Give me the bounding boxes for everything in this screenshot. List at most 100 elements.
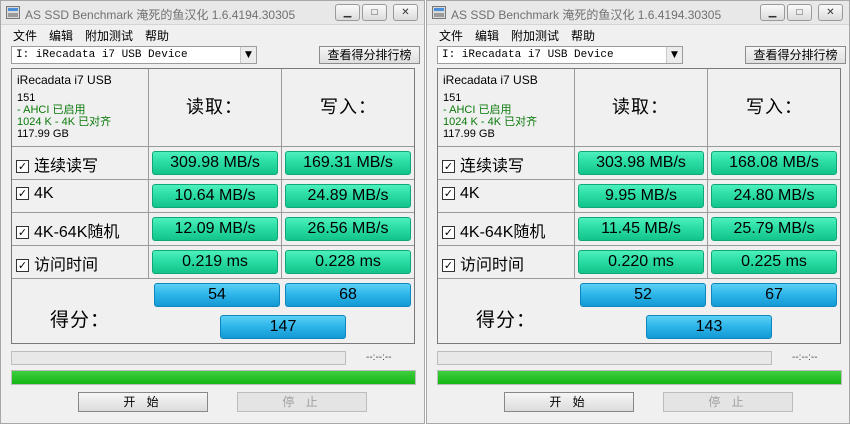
checkbox-checked-icon[interactable]: ✓ bbox=[442, 160, 455, 173]
title-bar[interactable]: AS SSD Benchmark 淹死的鱼汉化 1.6.4194.30305 ▁… bbox=[427, 1, 849, 25]
score-label: 得分： bbox=[476, 310, 537, 331]
drive-select-value: I: iRecadata i7 USB Device bbox=[16, 49, 188, 61]
progress-fill bbox=[438, 371, 841, 384]
write-score: 68 bbox=[285, 283, 411, 307]
menu-item-file[interactable]: 文件 bbox=[439, 27, 463, 44]
menu-item-help[interactable]: 帮助 bbox=[145, 27, 169, 44]
close-icon: ✕ bbox=[401, 7, 410, 18]
drive-capacity: 117.99 GB bbox=[443, 128, 495, 140]
progress-fill bbox=[12, 371, 415, 384]
minimize-button[interactable]: ▁ bbox=[760, 4, 785, 21]
4k-read-value: 9.95 MB/s bbox=[578, 184, 704, 208]
row-label-access-time[interactable]: ✓ 访问时间 bbox=[442, 251, 524, 275]
results-panel: iRecadata i7 USB 151 - AHCI 已启用 1024 K -… bbox=[11, 68, 415, 344]
total-score: 143 bbox=[646, 315, 772, 339]
row-label-4k-64thrd[interactable]: ✓ 4K-64K随机 bbox=[16, 218, 119, 242]
checkbox-checked-icon[interactable]: ✓ bbox=[442, 226, 455, 239]
row-label-text: 4K-64K随机 bbox=[34, 224, 120, 241]
results-panel: iRecadata i7 USB 151 - AHCI 已启用 1024 K -… bbox=[437, 68, 841, 344]
score-ranking-button[interactable]: 查看得分排行榜 bbox=[745, 46, 846, 64]
stop-button[interactable]: 停 止 bbox=[237, 392, 367, 412]
menu-item-extra-tests[interactable]: 附加测试 bbox=[511, 27, 559, 44]
drive-select[interactable]: I: iRecadata i7 USB Device ▼ bbox=[437, 46, 683, 64]
menu-item-extra-tests[interactable]: 附加测试 bbox=[85, 27, 133, 44]
alignment-status: 1024 K - 4K 已对齐 bbox=[443, 116, 538, 128]
write-column-header: 写入： bbox=[746, 97, 803, 117]
score-ranking-button[interactable]: 查看得分排行榜 bbox=[319, 46, 420, 64]
menu-item-help[interactable]: 帮助 bbox=[571, 27, 595, 44]
minimize-button[interactable]: ▁ bbox=[335, 4, 360, 21]
divider bbox=[12, 212, 414, 213]
checkbox-checked-icon[interactable]: ✓ bbox=[16, 187, 29, 200]
chevron-down-icon[interactable]: ▼ bbox=[240, 47, 256, 63]
row-label-4k-64thrd[interactable]: ✓ 4K-64K随机 bbox=[442, 218, 545, 242]
total-score: 147 bbox=[220, 315, 346, 339]
row-label-access-time[interactable]: ✓ 访问时间 bbox=[16, 251, 98, 275]
divider bbox=[281, 69, 282, 279]
checkbox-checked-icon[interactable]: ✓ bbox=[442, 187, 455, 200]
access-write-value: 0.228 ms bbox=[285, 250, 411, 274]
checkbox-checked-icon[interactable]: ✓ bbox=[16, 259, 29, 272]
divider bbox=[12, 278, 414, 279]
row-label-text: 4K bbox=[460, 185, 480, 202]
row-label-text: 访问时间 bbox=[34, 257, 99, 274]
4k64-write-value: 26.56 MB/s bbox=[285, 217, 411, 241]
ahci-status: - AHCI 已启用 bbox=[443, 104, 512, 116]
seq-write-value: 169.31 MB/s bbox=[285, 151, 411, 175]
seq-read-value: 309.98 MB/s bbox=[152, 151, 278, 175]
row-label-4k[interactable]: ✓ 4K bbox=[16, 185, 54, 203]
menu-item-edit[interactable]: 编辑 bbox=[475, 27, 499, 44]
row-label-4k[interactable]: ✓ 4K bbox=[442, 185, 480, 203]
seq-write-value: 168.08 MB/s bbox=[711, 151, 837, 175]
divider bbox=[438, 179, 840, 180]
score-label: 得分： bbox=[50, 310, 111, 331]
alignment-status: 1024 K - 4K 已对齐 bbox=[17, 116, 112, 128]
4k-write-value: 24.80 MB/s bbox=[711, 184, 837, 208]
row-label-text: 访问时间 bbox=[460, 257, 525, 274]
row-label-text: 连续读写 bbox=[460, 158, 525, 175]
maximize-button[interactable]: □ bbox=[787, 4, 812, 21]
start-button[interactable]: 开 始 bbox=[504, 392, 634, 412]
title-bar[interactable]: AS SSD Benchmark 淹死的鱼汉化 1.6.4194.30305 ▁… bbox=[1, 1, 424, 25]
divider bbox=[438, 278, 840, 279]
window-title: AS SSD Benchmark 淹死的鱼汉化 1.6.4194.30305 bbox=[25, 8, 296, 22]
read-column-header: 读取： bbox=[612, 97, 669, 117]
device-name: iRecadata i7 USB bbox=[443, 73, 538, 87]
close-button[interactable]: ✕ bbox=[393, 4, 418, 21]
drive-capacity: 117.99 GB bbox=[17, 128, 69, 140]
benchmark-window-1: AS SSD Benchmark 淹死的鱼汉化 1.6.4194.30305 ▁… bbox=[0, 0, 425, 424]
divider bbox=[574, 69, 575, 279]
checkbox-checked-icon[interactable]: ✓ bbox=[16, 226, 29, 239]
task-progress-bar bbox=[437, 351, 772, 365]
stop-button[interactable]: 停 止 bbox=[663, 392, 793, 412]
divider bbox=[438, 245, 840, 246]
access-write-value: 0.225 ms bbox=[711, 250, 837, 274]
drive-select[interactable]: I: iRecadata i7 USB Device ▼ bbox=[11, 46, 257, 64]
menu-item-file[interactable]: 文件 bbox=[13, 27, 37, 44]
divider bbox=[12, 245, 414, 246]
close-button[interactable]: ✕ bbox=[818, 4, 843, 21]
menu-item-edit[interactable]: 编辑 bbox=[49, 27, 73, 44]
maximize-button[interactable]: □ bbox=[362, 4, 387, 21]
menu-bar: 文件 编辑 附加测试 帮助 bbox=[1, 25, 424, 43]
minimize-icon: ▁ bbox=[768, 7, 777, 18]
row-label-text: 4K bbox=[34, 185, 54, 202]
checkbox-checked-icon[interactable]: ✓ bbox=[442, 259, 455, 272]
seq-read-value: 303.98 MB/s bbox=[578, 151, 704, 175]
4k-write-value: 24.89 MB/s bbox=[285, 184, 411, 208]
start-button[interactable]: 开 始 bbox=[78, 392, 208, 412]
divider bbox=[438, 212, 840, 213]
elapsed-time: --:--:-- bbox=[366, 352, 392, 363]
4k64-read-value: 11.45 MB/s bbox=[578, 217, 704, 241]
row-label-seq[interactable]: ✓ 连续读写 bbox=[16, 152, 98, 176]
device-name: iRecadata i7 USB bbox=[17, 73, 112, 87]
divider bbox=[707, 69, 708, 279]
checkbox-checked-icon[interactable]: ✓ bbox=[16, 160, 29, 173]
firmware-version: 151 bbox=[17, 92, 36, 104]
app-icon bbox=[6, 6, 20, 19]
chevron-down-icon[interactable]: ▼ bbox=[666, 47, 682, 63]
drive-info: iRecadata i7 USB 151 - AHCI 已启用 1024 K -… bbox=[443, 73, 573, 140]
app-icon bbox=[432, 6, 446, 19]
row-label-seq[interactable]: ✓ 连续读写 bbox=[442, 152, 524, 176]
read-score: 52 bbox=[580, 283, 706, 307]
